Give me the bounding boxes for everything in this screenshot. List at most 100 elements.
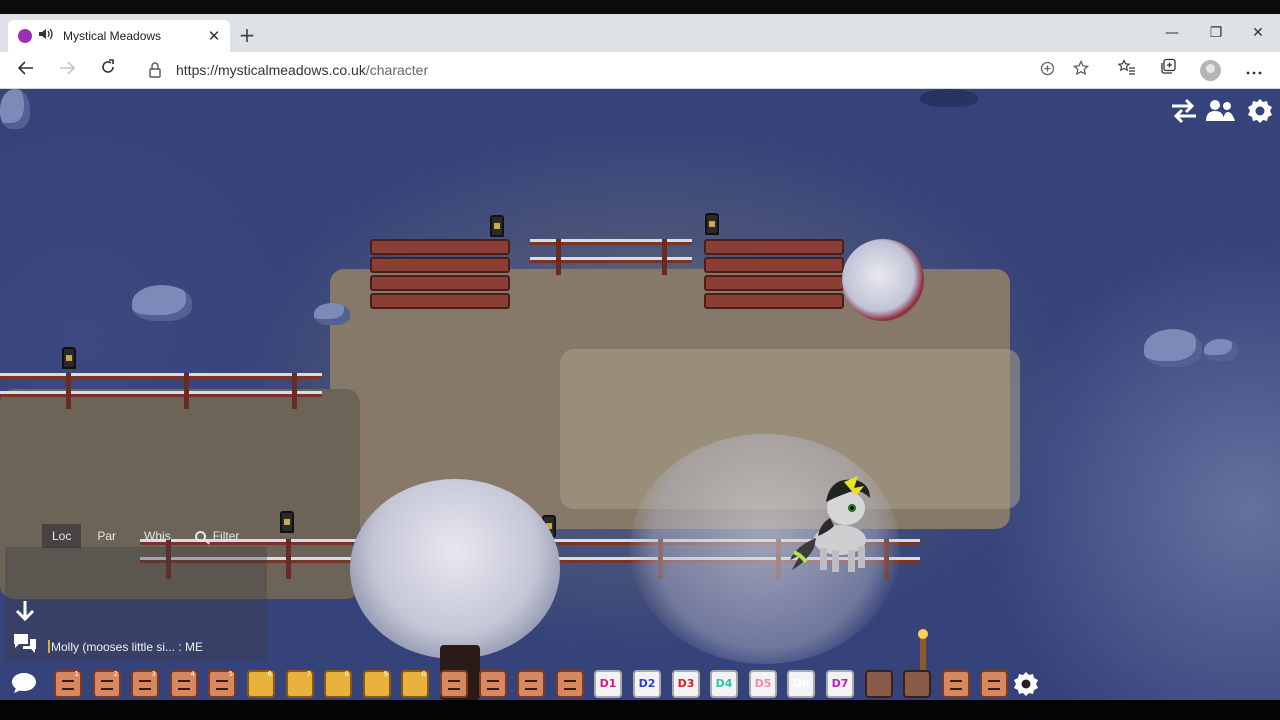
lantern xyxy=(280,511,294,533)
chat-tabs: Loc Par Whis Filter xyxy=(42,524,239,548)
message-marker xyxy=(48,640,50,653)
snow-rock xyxy=(132,285,192,321)
chat-filter-button[interactable]: Filter xyxy=(181,524,240,548)
bench-plank xyxy=(370,239,510,255)
fence-post xyxy=(66,373,71,409)
site-favicon-icon xyxy=(18,29,32,43)
address-bar[interactable]: https://mysticalmeadows.co.uk/character xyxy=(136,56,1100,85)
dance-slot[interactable]: D7 xyxy=(826,670,854,698)
lock-icon xyxy=(149,62,161,78)
fence-post xyxy=(662,239,667,275)
bench-plank xyxy=(370,293,510,309)
bench-plank xyxy=(370,257,510,273)
dance-slot[interactable]: D6 xyxy=(787,670,815,698)
favorite-star-icon[interactable] xyxy=(1070,60,1092,82)
slot-number: 3 xyxy=(151,670,156,678)
fence-post xyxy=(292,373,297,409)
fence-rail xyxy=(530,257,692,263)
chat-tab-party[interactable]: Par xyxy=(81,524,126,548)
slot-number: 9 xyxy=(383,670,388,678)
chat-bubble-icon[interactable] xyxy=(11,671,37,695)
settings-icon[interactable] xyxy=(1244,97,1276,125)
emote-slot[interactable]: 3 xyxy=(131,670,159,698)
add-app-icon[interactable] xyxy=(1036,60,1058,82)
snow-rock xyxy=(1144,329,1202,367)
scroll-down-icon[interactable] xyxy=(12,598,38,624)
fence-rail xyxy=(0,391,322,397)
bottom-letterbox xyxy=(0,702,1280,720)
emote-slot[interactable]: 8 xyxy=(324,670,352,698)
bench-plank xyxy=(704,275,844,291)
lantern xyxy=(62,347,76,369)
new-tab-button[interactable]: + xyxy=(236,22,258,48)
emote-slot[interactable] xyxy=(942,670,970,698)
bench-plank xyxy=(704,239,844,255)
friends-icon[interactable] xyxy=(1204,97,1236,125)
berry-bush xyxy=(842,239,924,321)
window-close-button[interactable]: ✕ xyxy=(1236,14,1280,52)
browser-toolbar: https://mysticalmeadows.co.uk/character xyxy=(0,52,1280,89)
slot-number: 7 xyxy=(306,670,311,678)
chat-tab-whisper[interactable]: Whis xyxy=(126,524,181,548)
snow-rock xyxy=(1204,339,1238,361)
emote-slot[interactable] xyxy=(865,670,893,698)
dance-slot[interactable]: D4 xyxy=(710,670,738,698)
bench-plank xyxy=(370,275,510,291)
snowy-tree-left xyxy=(350,479,560,659)
profile-avatar-icon[interactable] xyxy=(1200,60,1221,81)
fence-post xyxy=(184,373,189,409)
slot-number: 8 xyxy=(344,670,349,678)
emote-slot[interactable] xyxy=(556,670,584,698)
lantern xyxy=(490,215,504,237)
emote-slot[interactable]: 5 xyxy=(208,670,236,698)
refresh-icon[interactable] xyxy=(93,56,123,84)
dance-slot[interactable]: D2 xyxy=(633,670,661,698)
browser-tab[interactable]: Mystical Meadows ✕ xyxy=(8,20,230,52)
top-letterbox xyxy=(0,0,1280,14)
action-hotbar: 1 2 3 4 5 6 7 8 9 0 D1 D2 D3 D4 D5 D6 D7 xyxy=(0,664,1280,702)
emote-slot[interactable]: 0 xyxy=(401,670,429,698)
chat-tab-local[interactable]: Loc xyxy=(42,524,82,548)
slot-number: 5 xyxy=(228,670,233,678)
emote-slot[interactable] xyxy=(517,670,545,698)
favorites-list-icon[interactable] xyxy=(1112,56,1142,84)
fence-rail xyxy=(0,373,322,379)
slot-number: 6 xyxy=(267,670,272,678)
emote-slot[interactable]: 7 xyxy=(286,670,314,698)
hotbar-settings-icon[interactable] xyxy=(1012,670,1040,698)
url-path: /character xyxy=(365,62,429,78)
audio-playing-icon[interactable] xyxy=(38,28,56,44)
fence-post xyxy=(286,539,291,579)
emote-slot[interactable] xyxy=(980,670,1008,698)
forward-icon[interactable] xyxy=(52,56,82,84)
emote-slot[interactable] xyxy=(903,670,931,698)
restore-button[interactable]: ❐ xyxy=(1194,14,1238,52)
emote-slot[interactable] xyxy=(479,670,507,698)
url-text: https://mysticalmeadows.co.uk/character xyxy=(176,62,428,78)
snow-rock xyxy=(0,89,30,129)
tab-close-icon[interactable]: ✕ xyxy=(206,27,222,45)
player-pony[interactable] xyxy=(780,472,875,577)
emote-slot[interactable]: 9 xyxy=(363,670,391,698)
emote-slot[interactable]: 6 xyxy=(247,670,275,698)
dance-slot[interactable]: D3 xyxy=(672,670,700,698)
screen: Mystical Meadows ✕ + — ❐ ✕ https://mysti… xyxy=(0,0,1280,720)
collections-icon[interactable] xyxy=(1153,56,1183,84)
tab-strip: Mystical Meadows ✕ + xyxy=(0,14,1280,52)
emote-slot[interactable] xyxy=(440,670,468,698)
slot-number: 0 xyxy=(421,670,426,678)
dance-slot[interactable]: D1 xyxy=(594,670,622,698)
search-icon xyxy=(194,530,206,542)
snow-rock xyxy=(314,303,350,325)
bench-plank xyxy=(704,257,844,273)
emote-slot[interactable]: 2 xyxy=(93,670,121,698)
emote-slot[interactable]: 1 xyxy=(54,670,82,698)
more-icon[interactable] xyxy=(1239,56,1269,84)
dance-slot[interactable]: D5 xyxy=(749,670,777,698)
chat-filter-label: Filter xyxy=(212,529,240,543)
chat-log-icon[interactable] xyxy=(12,630,38,656)
minimize-button[interactable]: — xyxy=(1150,14,1194,52)
emote-slot[interactable]: 4 xyxy=(170,670,198,698)
swap-icon[interactable] xyxy=(1168,97,1200,125)
back-icon[interactable] xyxy=(11,56,41,84)
